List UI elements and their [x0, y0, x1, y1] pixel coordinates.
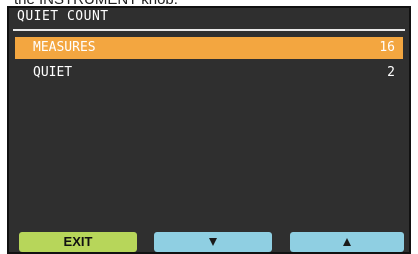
down-arrow-icon	[209, 238, 217, 246]
row-label: MEASURES	[33, 40, 96, 55]
menu-row-measures[interactable]: MEASURES 16	[15, 37, 403, 59]
down-button[interactable]	[154, 232, 272, 252]
row-label: QUIET	[33, 65, 73, 80]
exit-button[interactable]: EXIT	[19, 232, 137, 252]
row-value: 2	[387, 65, 395, 80]
row-value: 16	[379, 40, 395, 55]
up-button[interactable]	[290, 232, 404, 252]
screen-title: QUIET COUNT	[17, 9, 109, 24]
instrument-display: QUIET COUNT MEASURES 16 QUIET 2 EXIT	[7, 6, 411, 254]
up-arrow-icon	[343, 238, 351, 246]
title-divider	[13, 29, 405, 31]
menu-row-quiet[interactable]: QUIET 2	[15, 62, 403, 84]
